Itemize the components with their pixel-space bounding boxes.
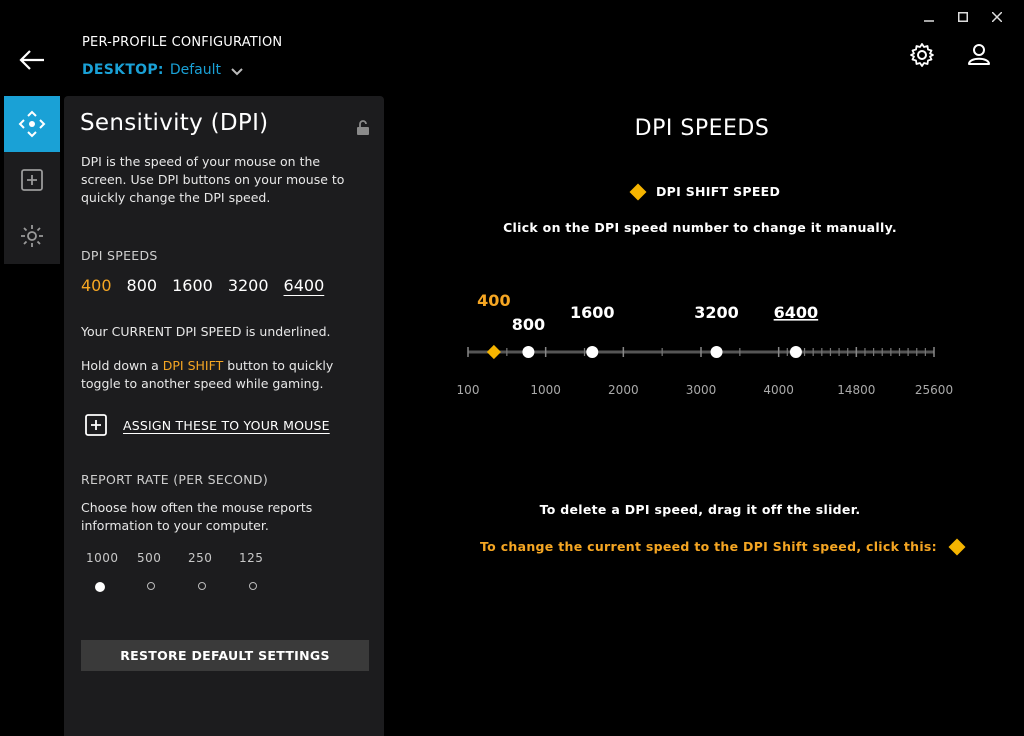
dpi-value-6400[interactable]: 6400 [284, 276, 325, 295]
dpi-marker-label[interactable]: 400 [477, 291, 510, 310]
dpi-marker[interactable] [586, 346, 599, 358]
report-rate-options: 1000 500 250 125 [86, 551, 290, 592]
profile-dropdown[interactable]: DESKTOP: Default [82, 62, 243, 78]
report-rate-label: REPORT RATE (PER SECOND) [81, 472, 269, 487]
slider-scale-label: 3000 [686, 383, 717, 397]
dpi-marker[interactable] [710, 346, 723, 358]
manual-change-hint: Click on the DPI speed number to change … [503, 220, 897, 235]
slider-scale-label: 4000 [763, 383, 794, 397]
assign-link[interactable]: ASSIGN THESE TO YOUR MOUSE [123, 418, 330, 433]
minimize-icon [924, 20, 934, 22]
account-button[interactable] [966, 42, 992, 68]
user-icon [968, 44, 990, 65]
slider-scale-label: 1000 [530, 383, 561, 397]
lock-button[interactable] [356, 120, 370, 136]
report-rate-1000[interactable]: 1000 [86, 551, 137, 592]
report-rate-description: Choose how often the mouse reports infor… [81, 500, 313, 533]
report-rate-label-1000: 1000 [86, 551, 119, 565]
slider-scale-label: 100 [457, 383, 480, 397]
dpi-marker-label[interactable]: 6400 [774, 303, 819, 322]
report-rate-125[interactable]: 125 [239, 551, 290, 592]
report-rate-label-500: 500 [137, 551, 162, 565]
maximize-icon [958, 12, 968, 22]
close-button[interactable] [980, 8, 1014, 26]
slider-scale-label: 25600 [915, 383, 953, 397]
dpi-value-400[interactable]: 400 [81, 276, 112, 295]
dpi-shift-legend-label: DPI SHIFT SPEED [656, 184, 781, 199]
shift-change-hint-text: To change the current speed to the DPI S… [480, 539, 937, 554]
settings-button[interactable] [909, 42, 935, 68]
radio-selected[interactable] [95, 582, 105, 592]
arrow-left-icon [19, 50, 44, 70]
gear-icon [910, 43, 934, 67]
section-title: PER-PROFILE CONFIGURATION [82, 35, 283, 50]
dpi-marker[interactable] [789, 346, 802, 358]
back-button[interactable] [18, 48, 46, 72]
dpi-slider[interactable]: 100 1000 2000 3000 4000 14800 25600 400800 1600 3… [440, 290, 980, 410]
radio-unselected[interactable] [147, 582, 155, 590]
sun-icon [21, 225, 43, 247]
chevron-down-icon [231, 67, 243, 75]
move-arrows-icon [18, 110, 46, 138]
dpi-marker[interactable] [522, 346, 535, 358]
window-controls [912, 8, 1014, 26]
tab-sensitivity[interactable] [4, 96, 60, 152]
dpi-shift-marker[interactable] [486, 344, 501, 360]
dpi-shift-highlight: DPI SHIFT [162, 358, 224, 373]
dpi-speeds-label: DPI SPEEDS [81, 248, 158, 263]
delete-hint: To delete a DPI speed, drag it off the s… [539, 502, 861, 517]
panel-description: DPI is the speed of your mouse on the sc… [81, 154, 345, 205]
report-rate-250[interactable]: 250 [188, 551, 239, 592]
report-rate-500[interactable]: 500 [137, 551, 188, 592]
restore-defaults-button[interactable]: RESTORE DEFAULT SETTINGS [81, 640, 369, 671]
dpi-value-800[interactable]: 800 [127, 276, 158, 295]
close-icon [992, 12, 1002, 22]
slider-scale-label: 14800 [837, 383, 875, 397]
tab-lighting[interactable] [4, 208, 60, 264]
shift-change-hint: To change the current speed to the DPI S… [480, 538, 966, 555]
slider-scale-label: 2000 [608, 383, 639, 397]
main-title: DPI SPEEDS [634, 116, 770, 141]
report-rate-label-125: 125 [239, 551, 264, 565]
panel-title: Sensitivity (DPI) [80, 110, 269, 136]
assign-to-mouse[interactable]: ASSIGN THESE TO YOUR MOUSE [85, 414, 330, 436]
dpi-value-3200[interactable]: 3200 [228, 276, 269, 295]
profile-keyword: DESKTOP: [82, 62, 164, 78]
radio-unselected[interactable] [249, 582, 257, 590]
plus-square-icon [85, 414, 107, 436]
report-rate-label-250: 250 [188, 551, 213, 565]
tab-rail [4, 96, 60, 264]
current-dpi-note: Your CURRENT DPI SPEED is underlined. [81, 324, 331, 339]
dpi-shift-note-pre: Hold down a [81, 358, 163, 373]
dpi-shift-legend: DPI SHIFT SPEED [629, 183, 781, 200]
radio-unselected[interactable] [198, 582, 206, 590]
dpi-shift-note: Hold down a DPI SHIFT button to quickly … [81, 357, 361, 393]
profile-name: Default [169, 62, 221, 78]
dpi-marker-label[interactable]: 3200 [694, 303, 739, 322]
tab-assignments[interactable] [4, 152, 60, 208]
dpi-marker-label[interactable]: 1600 [570, 303, 615, 322]
diamond-icon [629, 183, 647, 200]
dpi-marker-label[interactable]: 800 [512, 315, 545, 334]
dpi-value-1600[interactable]: 1600 [172, 276, 213, 295]
sensitivity-panel: Sensitivity (DPI) DPI is the speed of yo… [64, 96, 384, 736]
dpi-values-list: 400 800 1600 3200 6400 [81, 276, 339, 295]
minimize-button[interactable] [912, 8, 946, 26]
unlock-icon [357, 120, 369, 135]
maximize-button[interactable] [946, 8, 980, 26]
plus-square-icon [21, 169, 43, 191]
set-shift-diamond-button[interactable] [948, 538, 966, 555]
